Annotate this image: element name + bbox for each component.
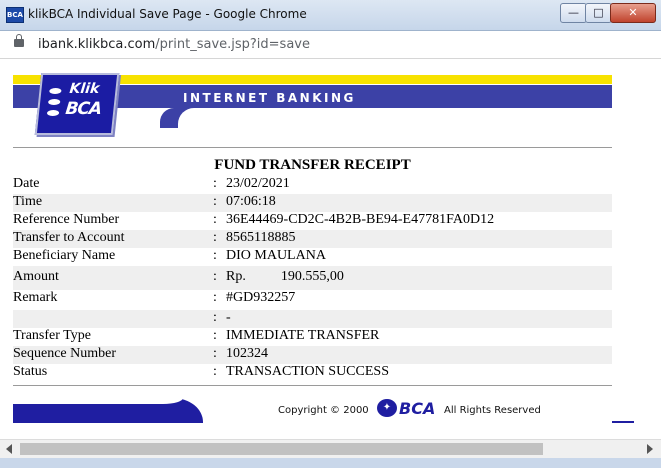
row-label: Time [13,194,43,209]
app-icon: BCA [6,7,24,23]
window-title: klikBCA Individual Save Page - Google Ch… [28,7,307,21]
row-time: Time : 07:06:18 [13,194,612,212]
row-value: 07:06:18 [226,194,276,209]
logo-mark [46,110,60,116]
row-colon: : [213,290,217,305]
divider [13,147,612,148]
row-beneficiary-name: Beneficiary Name : DIO MAULANA [13,248,612,266]
header-curve-mask [178,108,612,132]
row-date: Date : 23/02/2021 [13,176,612,194]
row-amount: Amount : Rp. 190.555,00 [13,266,612,290]
row-value: DIO MAULANA [226,248,326,263]
row-label: Sequence Number [13,346,117,361]
row-colon: : [213,269,217,284]
row-value: Rp. 190.555,00 [226,269,344,284]
klikbca-logo: Klik BCA [34,73,120,135]
footer-blue-shape-mask [13,398,183,404]
row-label: Transfer to Account [13,230,125,245]
row-colon: : [213,310,217,325]
row-sequence-number: Sequence Number : 102324 [13,346,612,364]
row-label: Beneficiary Name [13,248,116,263]
url-host: ibank.klikbca.com [38,37,156,52]
row-value: IMMEDIATE TRANSFER [226,328,380,343]
minimize-button[interactable]: — [560,3,587,23]
maximize-button[interactable]: □ [585,3,612,23]
row-transfer-to-account: Transfer to Account : 8565118885 [13,230,612,248]
logo-mark [47,99,61,105]
row-remark: Remark : #GD932257 [13,290,612,310]
scroll-left-arrow-icon[interactable] [6,444,12,454]
row-colon: : [213,230,217,245]
row-value: 102324 [226,346,268,361]
window-bottom-border [0,458,661,468]
horizontal-scrollbar[interactable] [0,439,661,458]
row-value: 36E44469-CD2C-4B2B-BE94-E47781FA0D12 [226,212,495,227]
row-value: #GD932257 [226,290,296,305]
url-path: /print_save.jsp?id=save [155,37,310,52]
row-colon: : [213,194,217,209]
row-status: Status : TRANSACTION SUCCESS [13,364,612,382]
scroll-right-arrow-icon[interactable] [647,444,653,454]
footer-right-line [612,421,634,423]
receipt-title: FUND TRANSFER RECEIPT [214,157,411,173]
row-colon: : [213,328,217,343]
logo-text-klik: Klik [68,81,101,97]
row-value: 23/02/2021 [226,176,290,191]
close-button[interactable]: ✕ [610,3,656,23]
row-value: 8565118885 [226,230,296,245]
row-colon: : [213,364,217,379]
row-label: Reference Number [13,212,120,227]
row-remark-2: : - [13,310,612,328]
row-transfer-type: Transfer Type : IMMEDIATE TRANSFER [13,328,612,346]
url-text[interactable]: ibank.klikbca.com/print_save.jsp?id=save [38,37,310,52]
row-colon: : [213,212,217,227]
row-value: TRANSACTION SUCCESS [226,364,389,379]
copyright-text: Copyright © 2000 [278,405,369,416]
row-label: Remark [13,290,58,305]
logo-text-bca: BCA [64,99,103,119]
all-rights-reserved: All Rights Reserved [444,405,541,416]
scrollbar-thumb[interactable] [20,443,543,455]
window-titlebar[interactable]: BCA klikBCA Individual Save Page - Googl… [0,0,661,31]
bca-logo-icon: ✦ [377,399,397,417]
row-colon: : [213,248,217,263]
address-bar[interactable]: ibank.klikbca.com/print_save.jsp?id=save [0,31,661,59]
page-content: INTERNET BANKING Klik BCA FUND TRANSFER … [0,59,661,439]
receipt-table: Date : 23/02/2021 Time : 07:06:18 Refere… [13,176,612,382]
row-label: Status [13,364,48,379]
row-value: - [226,310,231,325]
row-label: Amount [13,269,59,284]
row-reference-number: Reference Number : 36E44469-CD2C-4B2B-BE… [13,212,612,230]
row-colon: : [213,176,217,191]
divider [13,385,612,386]
internet-banking-banner: INTERNET BANKING [183,91,356,105]
logo-mark [49,88,62,94]
lock-icon[interactable] [14,34,24,47]
row-label: Date [13,176,40,191]
bca-logo-text: BCA [399,399,436,418]
row-colon: : [213,346,217,361]
row-label: Transfer Type [13,328,91,343]
